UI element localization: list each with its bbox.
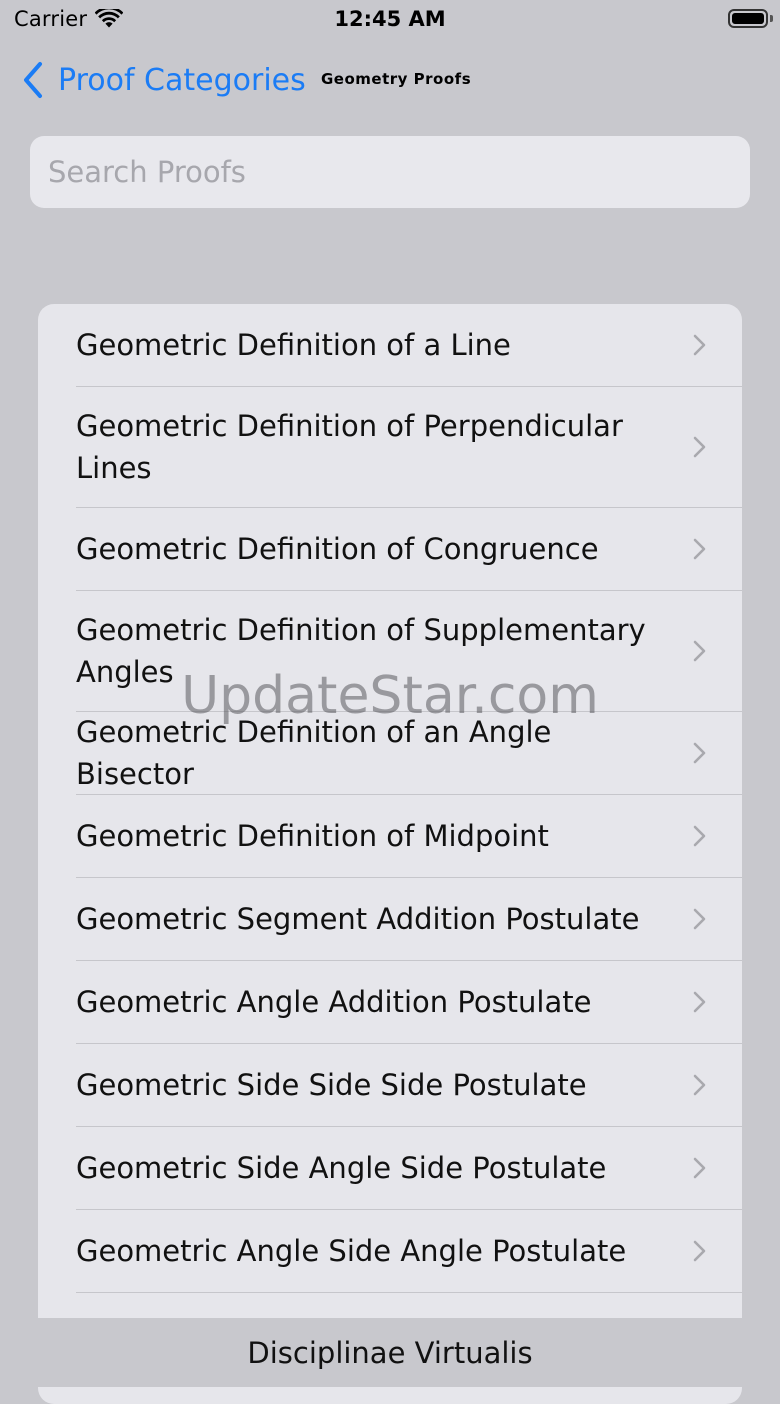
list-item[interactable]: Geometric Angle Addition Postulate [38,961,742,1043]
chevron-right-icon [693,908,706,930]
chevron-right-icon [693,538,706,560]
list-item[interactable]: Geometric Angle Side Angle Postulate [38,1210,742,1292]
list-item-label: Geometric Definition of Supplementary An… [76,613,646,689]
proof-list: Geometric Definition of a Line Geometric… [38,304,742,1404]
search-input[interactable] [46,154,734,190]
list-item[interactable]: Geometric Side Angle Side Postulate [38,1127,742,1209]
footer-label: Disciplinae Virtualis [247,1335,533,1370]
list-item-label: Geometric Definition of Midpoint [76,819,549,853]
chevron-right-icon [693,991,706,1013]
footer: Disciplinae Virtualis [0,1318,780,1387]
list-item[interactable]: Geometric Definition of a Line [38,304,742,386]
chevron-right-icon [693,436,706,458]
list-item[interactable]: Geometric Definition of Supplementary An… [38,591,742,711]
back-button[interactable]: Proof Categories [22,58,306,102]
battery-fill [732,13,764,24]
list-item-label: Geometric Definition of Perpendicular Li… [76,409,623,485]
list-item[interactable]: Geometric Definition of Congruence [38,508,742,590]
search-bar[interactable] [30,136,750,208]
page-title: Geometry Proofs [321,70,472,88]
list-item-label: Geometric Definition of an Angle Bisecto… [76,715,552,791]
row-separator [76,1292,742,1293]
list-item[interactable]: Geometric Segment Addition Postulate [38,878,742,960]
chevron-right-icon [693,742,706,764]
list-item[interactable]: Geometric Definition of an Angle Bisecto… [38,712,742,794]
list-item-label: Geometric Side Angle Side Postulate [76,1151,607,1185]
battery-icon [728,9,768,28]
list-item-label: Geometric Definition of a Line [76,328,511,362]
chevron-left-icon [24,62,42,98]
list-item-label: Geometric Definition of Congruence [76,532,599,566]
chevron-right-icon [693,1240,706,1262]
list-item-label: Geometric Segment Addition Postulate [76,902,640,936]
status-time: 12:45 AM [334,7,446,31]
list-item[interactable]: Geometric Definition of Perpendicular Li… [38,387,742,507]
list-item[interactable]: Geometric Definition of Midpoint [38,795,742,877]
chevron-right-icon [693,640,706,662]
list-item-label: Geometric Angle Side Angle Postulate [76,1234,627,1268]
chevron-right-icon [693,334,706,356]
chevron-right-icon [693,1157,706,1179]
list-item-label: Geometric Angle Addition Postulate [76,985,592,1019]
list-item[interactable]: Geometric Side Side Side Postulate [38,1044,742,1126]
chevron-right-icon [693,1074,706,1096]
back-button-label: Proof Categories [58,62,306,98]
status-bar: Carrier 12:45 AM [0,0,780,40]
chevron-right-icon [693,825,706,847]
list-item-label: Geometric Side Side Side Postulate [76,1068,587,1102]
battery-nub [770,15,773,22]
